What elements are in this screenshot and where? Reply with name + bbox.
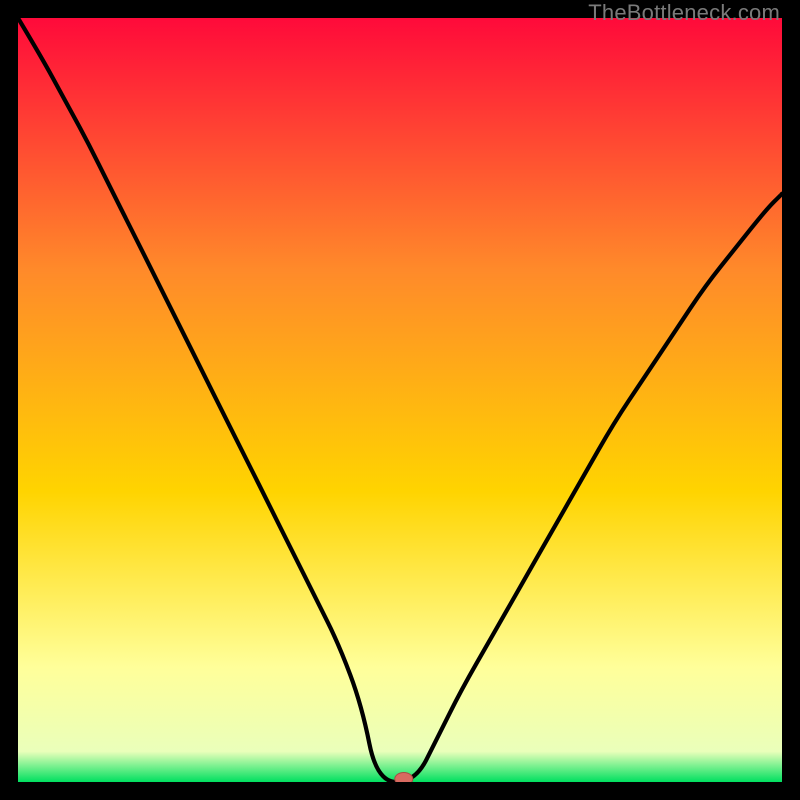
chart-frame [18, 18, 782, 782]
bottleneck-chart [18, 18, 782, 782]
watermark-text: TheBottleneck.com [588, 0, 780, 26]
optimum-marker [395, 773, 413, 783]
gradient-background [18, 18, 782, 782]
